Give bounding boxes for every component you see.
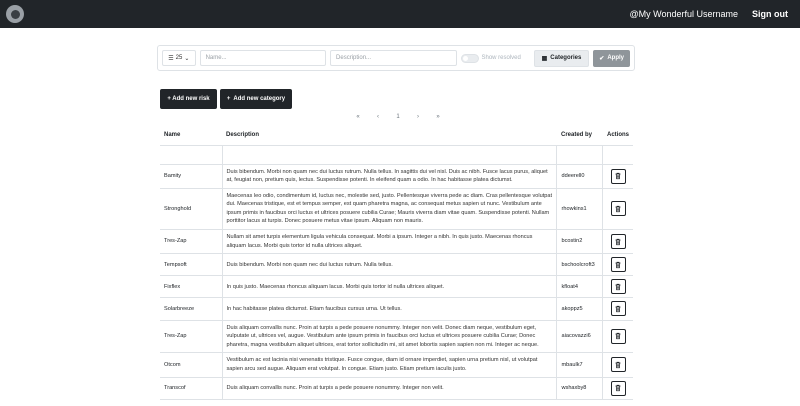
table-row: Tempsoft Duis bibendum. Morbi non quam ne… xyxy=(160,253,633,277)
risk-name: Bamity xyxy=(160,164,222,189)
risk-actions xyxy=(602,253,633,277)
risk-description: In quis justo. Maecenas rhoncus aliquam … xyxy=(221,275,558,299)
risk-actions xyxy=(602,377,633,400)
risk-name: Tres-Zap xyxy=(160,320,222,354)
pagination-first[interactable]: « xyxy=(348,114,368,120)
risk-description: Maecenas leo odio, condimentum id, luctu… xyxy=(221,188,558,231)
apply-button[interactable]: ✔ Apply xyxy=(593,49,630,67)
name-filter-input[interactable]: Name... xyxy=(199,50,327,66)
description-filter-input[interactable]: Description... xyxy=(330,50,457,66)
username-link[interactable]: @My Wonderful Username xyxy=(629,9,738,19)
trash-icon xyxy=(614,305,622,313)
toggle-switch[interactable] xyxy=(460,53,479,63)
trash-icon xyxy=(614,238,622,246)
trash-icon xyxy=(614,361,622,369)
table-row: Fixflex In quis justo. Maecenas rhoncus a… xyxy=(160,275,633,299)
risk-actions xyxy=(602,164,633,189)
risk-created-by: aiacovazzi6 xyxy=(556,320,604,354)
add-risk-button[interactable]: + Add new risk xyxy=(160,89,217,109)
pagination-last[interactable]: » xyxy=(428,114,448,120)
header-description[interactable]: Description xyxy=(222,126,557,146)
show-resolved-toggle[interactable]: Show resolved xyxy=(460,53,530,63)
risk-description: Duis aliquam convallis nunc. Proin at tu… xyxy=(221,320,558,354)
risk-description: In hac habitasse platea dictumst. Etiam … xyxy=(221,297,558,321)
risk-created-by: rhowkins1 xyxy=(556,188,604,231)
risk-actions xyxy=(602,320,633,354)
risks-table: Name Description Created by Actions Bami… xyxy=(160,126,633,400)
top-navbar: @My Wonderful Username Sign out xyxy=(0,0,800,28)
risk-name: Transcof xyxy=(160,377,222,400)
risk-description: Duis bibendum. Morbi non quam nec dui lu… xyxy=(221,164,558,189)
table-row: Solarbreeze In hac habitasse platea dictu… xyxy=(160,297,633,321)
delete-button[interactable] xyxy=(610,357,626,373)
categories-button[interactable]: ▦ Categories xyxy=(533,49,590,67)
delete-button[interactable] xyxy=(610,328,626,344)
table-row: Tres-Zap Nullam sit amet turpis elementum… xyxy=(160,229,633,255)
pagination-current[interactable]: 1 xyxy=(388,114,408,120)
risk-created-by: kfloat4 xyxy=(556,275,604,299)
risk-created-by: bschoolcroft3 xyxy=(556,253,604,277)
risk-description: Duis bibendum. Morbi non quam nec dui lu… xyxy=(221,253,558,277)
trash-icon xyxy=(614,261,622,269)
risk-created-by: bcostin2 xyxy=(556,229,604,255)
risk-created-by: mbaulk7 xyxy=(556,352,604,378)
table-spacer-row xyxy=(160,145,633,165)
per-page-select[interactable]: ☰ 25 ⌄ xyxy=(162,50,196,66)
risk-description: Duis aliquam convallis nunc. Proin at tu… xyxy=(221,377,558,400)
risk-actions xyxy=(602,275,633,299)
risk-name: Tempsoft xyxy=(160,253,222,277)
add-category-button[interactable]: + Add new category xyxy=(220,89,292,109)
delete-button[interactable] xyxy=(610,234,626,250)
table-header-row: Name Description Created by Actions xyxy=(160,126,633,146)
pagination-next[interactable]: › xyxy=(408,114,428,120)
risk-created-by: ddeerell0 xyxy=(556,164,604,189)
risk-actions xyxy=(602,188,633,231)
trash-icon xyxy=(614,172,622,180)
risk-name: Otcom xyxy=(160,352,222,378)
table-row: Bamity Duis bibendum. Morbi non quam nec … xyxy=(160,164,633,189)
delete-button[interactable] xyxy=(610,201,626,217)
list-icon: ☰ xyxy=(168,55,174,62)
delete-button[interactable] xyxy=(610,279,626,295)
risk-actions xyxy=(602,229,633,255)
trash-icon xyxy=(614,205,622,213)
risk-created-by: wshaxby8 xyxy=(556,377,604,400)
risk-name: Stronghold xyxy=(160,188,222,231)
risk-name: Tres-Zap xyxy=(160,229,222,255)
header-name[interactable]: Name xyxy=(160,126,222,146)
delete-button[interactable] xyxy=(610,380,626,396)
filter-bar: ☰ 25 ⌄ Name... Description... Show resol… xyxy=(157,45,635,71)
pagination-prev[interactable]: ‹ xyxy=(368,114,388,120)
chevron-down-icon: ⌄ xyxy=(184,55,190,62)
table-row: Stronghold Maecenas leo odio, condimentum… xyxy=(160,188,633,231)
delete-button[interactable] xyxy=(610,168,626,184)
plus-icon: + xyxy=(226,96,231,102)
risk-name: Solarbreeze xyxy=(160,297,222,321)
table-row: Otcom Vestibulum ac est lacinia nisi vene… xyxy=(160,352,633,378)
avatar[interactable] xyxy=(6,5,24,23)
delete-button[interactable] xyxy=(610,257,626,273)
risk-created-by: akoppz5 xyxy=(556,297,604,321)
risk-name: Fixflex xyxy=(160,275,222,299)
trash-icon xyxy=(614,283,622,291)
risk-actions xyxy=(602,297,633,321)
risk-actions xyxy=(602,352,633,378)
table-row: Transcof Duis aliquam convallis nunc. Pro… xyxy=(160,377,633,400)
signout-button[interactable]: Sign out xyxy=(752,9,788,19)
pagination: « ‹ 1 › » xyxy=(348,114,448,120)
delete-button[interactable] xyxy=(610,301,626,317)
risk-description: Nullam sit amet turpis elementum ligula … xyxy=(221,229,558,255)
grid-icon: ▦ xyxy=(541,55,548,62)
table-row: Tres-Zap Duis aliquam convallis nunc. Pro… xyxy=(160,320,633,354)
trash-icon xyxy=(614,332,622,340)
check-icon: ✔ xyxy=(599,55,605,62)
trash-icon xyxy=(614,384,622,392)
header-actions: Actions xyxy=(602,126,633,146)
risk-description: Vestibulum ac est lacinia nisi venenatis… xyxy=(221,352,558,378)
header-created-by[interactable]: Created by xyxy=(556,126,603,146)
